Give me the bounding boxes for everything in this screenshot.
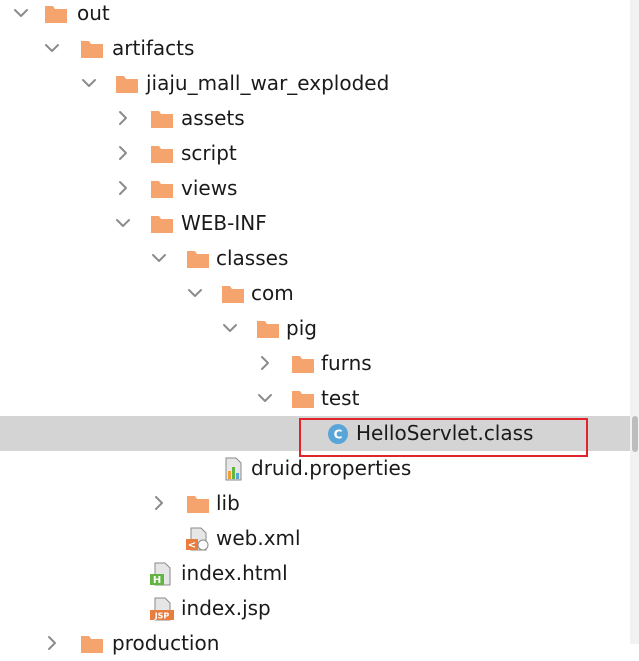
folder-icon	[44, 2, 68, 26]
chevron-down-icon[interactable]	[43, 39, 61, 57]
chevron-down-icon[interactable]	[256, 389, 274, 407]
tree-item-label: pig	[286, 316, 317, 340]
chevron-right-icon[interactable]	[43, 634, 61, 652]
xml-file-icon: <	[186, 527, 210, 551]
folder-icon	[291, 387, 315, 411]
folder-icon	[186, 492, 210, 516]
tree-row-jiaju-mall-war-exploded[interactable]: jiaju_mall_war_exploded	[0, 66, 630, 101]
chevron-right-icon[interactable]	[256, 354, 274, 372]
folder-icon	[150, 142, 174, 166]
html-file-icon: H	[150, 562, 174, 586]
tree-row-out[interactable]: out	[0, 0, 630, 31]
tree-row-test[interactable]: test	[0, 381, 630, 416]
tree-item-label: test	[321, 386, 360, 410]
jsp-file-icon: JSP	[150, 597, 174, 621]
folder-icon	[80, 632, 104, 656]
tree-row-web-inf[interactable]: WEB-INF	[0, 206, 630, 241]
folder-icon	[256, 317, 280, 341]
tree-item-label: views	[181, 176, 238, 200]
tree-item-label: WEB-INF	[181, 211, 267, 235]
tree-item-label: production	[112, 631, 220, 655]
tree-row-furns[interactable]: furns	[0, 346, 630, 381]
tree-row-web-xml[interactable]: < web.xml	[0, 521, 630, 556]
tree-item-label: jiaju_mall_war_exploded	[146, 71, 390, 95]
tree-item-label: web.xml	[216, 526, 301, 550]
chevron-down-icon[interactable]	[150, 249, 168, 267]
folder-icon	[115, 72, 139, 96]
chevron-right-icon[interactable]	[114, 179, 132, 197]
tree-row-index-html[interactable]: Hindex.html	[0, 556, 630, 591]
vertical-scrollbar[interactable]	[630, 0, 639, 644]
svg-text:<: <	[188, 540, 196, 551]
tree-item-label: druid.properties	[251, 456, 412, 480]
tree-item-label: script	[181, 141, 237, 165]
tree-item-label: index.html	[181, 561, 288, 585]
tree-row-assets[interactable]: assets	[0, 101, 630, 136]
folder-icon	[150, 212, 174, 236]
svg-text:C: C	[334, 428, 343, 442]
tree-row-classes[interactable]: classes	[0, 241, 630, 276]
tree-row-index-jsp[interactable]: JSP index.jsp	[0, 591, 630, 626]
chevron-down-icon[interactable]	[221, 319, 239, 337]
chevron-right-icon[interactable]	[150, 494, 168, 512]
tree-item-label: lib	[216, 491, 240, 515]
tree-item-label: com	[251, 281, 294, 305]
tree-row-artifacts[interactable]: artifacts	[0, 31, 630, 66]
tree-row-helloservlet-class[interactable]: C HelloServlet.class	[0, 416, 630, 451]
tree-item-label: furns	[321, 351, 372, 375]
chevron-right-icon[interactable]	[114, 109, 132, 127]
chevron-right-icon[interactable]	[114, 144, 132, 162]
tree-item-label: out	[77, 1, 110, 25]
properties-file-icon	[221, 457, 245, 481]
tree-row-script[interactable]: script	[0, 136, 630, 171]
chevron-down-icon[interactable]	[186, 284, 204, 302]
tree-item-label: HelloServlet.class	[356, 421, 534, 445]
tree-row-lib[interactable]: lib	[0, 486, 630, 521]
chevron-down-icon[interactable]	[12, 4, 30, 22]
scrollbar-thumb[interactable]	[632, 416, 638, 452]
chevron-down-icon[interactable]	[80, 74, 98, 92]
tree-row-com[interactable]: com	[0, 276, 630, 311]
chevron-down-icon[interactable]	[114, 214, 132, 232]
folder-icon	[221, 282, 245, 306]
folder-icon	[186, 247, 210, 271]
tree-item-label: classes	[216, 246, 289, 270]
tree-row-pig[interactable]: pig	[0, 311, 630, 346]
tree-item-label: index.jsp	[181, 596, 271, 620]
folder-icon	[80, 37, 104, 61]
tree-row-druid-properties[interactable]: druid.properties	[0, 451, 630, 486]
folder-icon	[150, 107, 174, 131]
project-tree: out artifacts jiaju_mall_war_explodedasset…	[0, 0, 639, 655]
java-class-icon: C	[326, 422, 350, 446]
svg-text:H: H	[153, 575, 161, 586]
tree-item-label: assets	[181, 106, 245, 130]
tree-item-label: artifacts	[112, 36, 195, 60]
svg-text:JSP: JSP	[154, 612, 170, 621]
tree-row-views[interactable]: views	[0, 171, 630, 206]
folder-icon	[150, 177, 174, 201]
folder-icon	[291, 352, 315, 376]
